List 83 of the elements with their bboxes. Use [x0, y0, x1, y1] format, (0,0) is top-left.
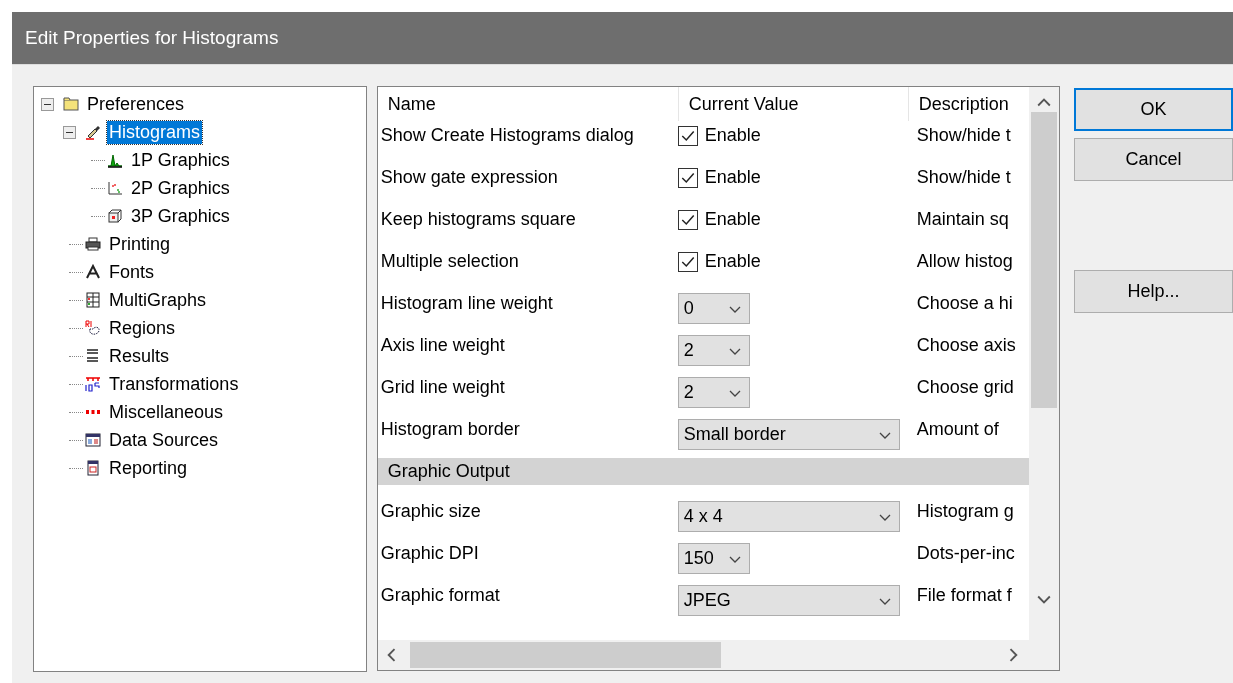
chevron-down-icon	[728, 390, 741, 398]
horizontal-scrollbar[interactable]	[377, 640, 1059, 670]
chevron-down-icon	[728, 348, 741, 356]
dropdown[interactable]: 2	[677, 335, 750, 366]
property-name: Show Create Histograms dialog	[379, 124, 635, 147]
scale-icon	[85, 376, 101, 392]
tree-item[interactable]: Fonts	[107, 260, 157, 284]
tree-item[interactable]: 3P Graphics	[129, 204, 232, 228]
dropdown[interactable]: Small border	[677, 419, 900, 450]
property-name: Histogram line weight	[379, 292, 554, 315]
column-header[interactable]: Current Value	[677, 87, 908, 121]
printer-icon	[85, 236, 101, 252]
scroll-up-icon[interactable]	[1037, 97, 1051, 107]
region-icon	[85, 320, 101, 336]
dropdown[interactable]: 0	[677, 293, 750, 324]
tree-item[interactable]: Results	[107, 344, 172, 368]
property-description: Dots-per-inc	[915, 542, 1016, 565]
dropdown[interactable]: 150	[677, 543, 750, 574]
tree-item[interactable]: Transformations	[107, 372, 241, 396]
property-description: Choose grid	[915, 376, 1015, 399]
property-name: Graphic size	[379, 500, 482, 523]
property-name: Graphic format	[379, 584, 501, 607]
scroll-down-icon[interactable]	[1037, 595, 1051, 605]
chevron-down-icon	[728, 556, 741, 564]
property-name: Graphic DPI	[379, 542, 480, 565]
dropdown[interactable]: JPEG	[677, 585, 900, 616]
window-title: Edit Properties for Histograms	[25, 27, 279, 49]
window-icon	[85, 432, 101, 448]
cube-icon	[107, 208, 123, 224]
chevron-down-icon	[878, 432, 891, 440]
chevron-down-icon	[878, 598, 891, 606]
property-name: Keep histograms square	[379, 208, 577, 231]
tree-item[interactable]: Regions	[107, 316, 178, 340]
grid-icon	[85, 292, 101, 308]
column-header[interactable]: Name	[377, 87, 678, 121]
tree-item[interactable]: Histograms	[107, 120, 203, 144]
scroll-right-icon[interactable]	[1009, 648, 1019, 662]
scatter-plot-icon	[107, 180, 123, 196]
vertical-scrollbar[interactable]	[1029, 87, 1059, 640]
property-name: Show gate expression	[379, 166, 559, 189]
section-title: Graphic Output	[387, 461, 510, 482]
property-description: Amount of	[915, 418, 1000, 441]
tree-item[interactable]: Data Sources	[107, 428, 221, 452]
dialog-button[interactable]: Help...	[1074, 270, 1233, 313]
tree-item[interactable]: 1P Graphics	[129, 148, 232, 172]
dialog-button[interactable]: Cancel	[1074, 138, 1233, 181]
peak-chart-icon	[107, 152, 123, 168]
property-name: Multiple selection	[379, 250, 520, 273]
property-description: Show/hide t	[915, 166, 1012, 189]
dropdown[interactable]: 4 x 4	[677, 501, 900, 532]
tree-item[interactable]: MultiGraphs	[107, 288, 209, 312]
enable-checkbox[interactable]: Enable	[677, 125, 761, 146]
property-description: Histogram g	[915, 500, 1015, 523]
property-name: Axis line weight	[379, 334, 506, 357]
document-icon	[85, 460, 101, 476]
property-description: Show/hide t	[915, 124, 1012, 147]
property-name: Grid line weight	[379, 376, 506, 399]
chevron-down-icon	[728, 306, 741, 314]
property-description: Allow histog	[915, 250, 1014, 273]
dropdown[interactable]: 2	[677, 377, 750, 408]
enable-checkbox[interactable]: Enable	[677, 167, 761, 188]
lines-icon	[85, 348, 101, 364]
letter-icon	[85, 264, 101, 280]
enable-checkbox[interactable]: Enable	[677, 209, 761, 230]
tree-item[interactable]: Miscellaneous	[107, 400, 226, 424]
property-name: Histogram border	[379, 418, 521, 441]
property-description: Maintain sq	[915, 208, 1010, 231]
enable-checkbox[interactable]: Enable	[677, 251, 761, 272]
dots-icon	[85, 410, 101, 414]
scroll-left-icon[interactable]	[385, 648, 396, 662]
brush-icon	[85, 124, 101, 140]
property-description: Choose axis	[915, 334, 1017, 357]
collapse-icon[interactable]	[41, 97, 54, 111]
collapse-icon[interactable]	[63, 125, 76, 139]
tree-item[interactable]: Printing	[107, 232, 173, 256]
property-description: Choose a hi	[915, 292, 1014, 315]
tree-item[interactable]: Preferences	[85, 92, 187, 116]
chevron-down-icon	[878, 514, 891, 522]
property-description: File format f	[915, 584, 1013, 607]
tree-item[interactable]: 2P Graphics	[129, 176, 232, 200]
dialog-button[interactable]: OK	[1074, 88, 1233, 131]
folder-icon	[63, 96, 79, 112]
tree-item[interactable]: Reporting	[107, 456, 190, 480]
